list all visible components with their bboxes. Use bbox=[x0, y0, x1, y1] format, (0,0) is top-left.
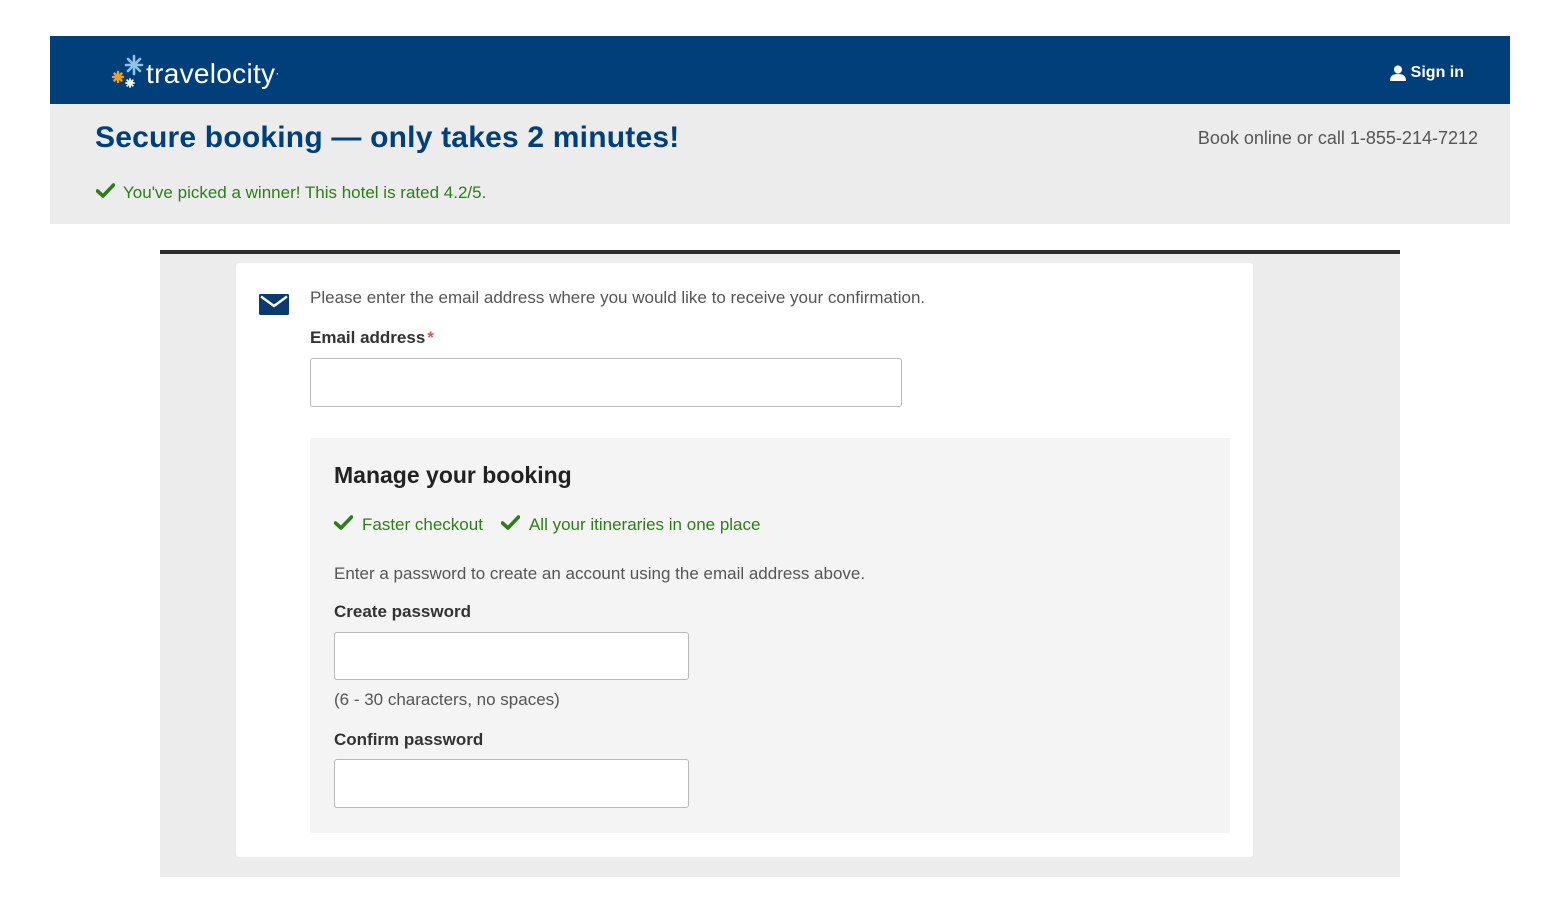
logo-text: travelocity bbox=[146, 58, 276, 89]
manage-booking-title: Manage your booking bbox=[334, 462, 572, 488]
password-requirements-hint: (6 - 30 characters, no spaces) bbox=[334, 690, 560, 709]
benefit-label: Faster checkout bbox=[362, 515, 483, 534]
create-password-label: Create password bbox=[334, 602, 471, 621]
benefit-item: Faster checkout bbox=[333, 515, 483, 535]
hotel-rating-message: You've picked a winner! This hotel is ra… bbox=[95, 183, 487, 203]
benefits-list: Faster checkout All your itineraries in … bbox=[333, 515, 761, 535]
booking-banner: Secure booking — only takes 2 minutes! B… bbox=[50, 104, 1510, 224]
phone-contact-text: Book online or call 1-855-214-7212 bbox=[1197, 128, 1478, 148]
checkmark-icon bbox=[95, 183, 116, 203]
required-asterisk: * bbox=[427, 328, 434, 347]
confirm-password-input[interactable] bbox=[334, 759, 689, 808]
top-navigation-bar: travelocity· Sign in bbox=[50, 36, 1510, 104]
logo-star-icon bbox=[108, 52, 148, 96]
benefit-item: All your itineraries in one place bbox=[500, 515, 761, 535]
create-password-input[interactable] bbox=[334, 632, 689, 680]
checkmark-icon bbox=[500, 515, 521, 535]
page-title: Secure booking — only takes 2 minutes! bbox=[95, 121, 680, 154]
checkmark-icon bbox=[333, 515, 354, 535]
contact-info-card: Please enter the email address where you… bbox=[236, 263, 1253, 857]
email-label-text: Email address bbox=[310, 328, 426, 347]
email-intro-text: Please enter the email address where you… bbox=[310, 288, 926, 307]
logo-mark-dot: · bbox=[275, 66, 280, 80]
confirm-password-label: Confirm password bbox=[334, 730, 484, 749]
travelocity-logo[interactable]: travelocity· bbox=[108, 48, 280, 96]
manage-booking-section: Manage your booking Faster checkout All … bbox=[310, 438, 1230, 833]
email-input[interactable] bbox=[310, 358, 902, 407]
sign-in-button[interactable]: Sign in bbox=[1389, 64, 1464, 82]
benefit-label: All your itineraries in one place bbox=[528, 515, 761, 534]
rating-text: You've picked a winner! This hotel is ra… bbox=[123, 183, 487, 202]
sign-in-label: Sign in bbox=[1410, 64, 1464, 81]
create-account-description: Enter a password to create an account us… bbox=[334, 564, 866, 583]
main-content-panel: Please enter the email address where you… bbox=[160, 250, 1400, 877]
email-field-label: Email address * bbox=[310, 328, 434, 348]
user-icon bbox=[1389, 65, 1407, 81]
envelope-icon bbox=[259, 294, 289, 320]
logo-wordmark: travelocity· bbox=[146, 58, 280, 90]
